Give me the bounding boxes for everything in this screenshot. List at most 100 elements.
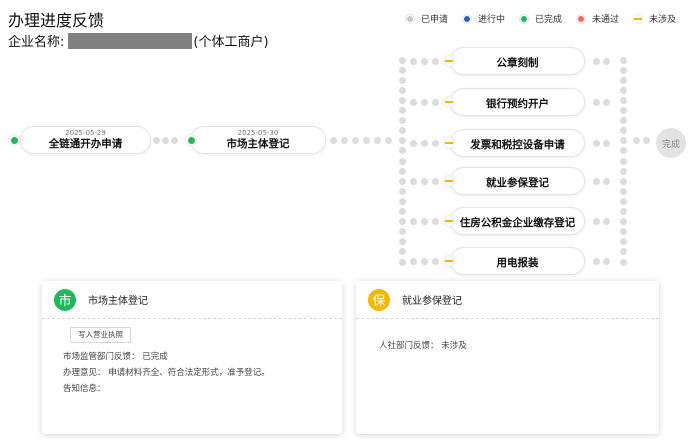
connector-dot: [592, 217, 600, 225]
node-label: 公章刻制: [496, 57, 539, 69]
connector-dot: [431, 139, 439, 147]
connector-dot: [409, 177, 417, 185]
connector-dot: [398, 56, 406, 64]
connector-dot: [398, 238, 406, 246]
connector-dot: [431, 217, 439, 225]
connector-dot: [398, 228, 406, 236]
flow-node-online-application[interactable]: 2025-05-29 全链通开办申请: [8, 126, 151, 154]
connector-dot: [409, 257, 417, 265]
connector-dot: [619, 177, 627, 185]
connector-dot: [398, 177, 406, 185]
connector-dot: [592, 177, 600, 185]
connector-dot: [398, 66, 406, 74]
connector-dot: [619, 197, 627, 205]
node-label: 就业参保登记: [486, 177, 549, 189]
connector-dot: [431, 98, 439, 106]
connector-dot: [619, 187, 627, 195]
connector-dot: [431, 177, 439, 185]
connector-dot: [398, 137, 406, 145]
connector-dot: [619, 56, 627, 64]
connector-dot: [619, 107, 627, 114]
connector-dot: [602, 57, 610, 65]
card-feedback-line: 人社部门反馈： 未涉及: [379, 341, 467, 351]
connector-dot: [592, 57, 600, 65]
connector-dot: [398, 117, 406, 125]
connector-dot: [431, 57, 439, 65]
connector-dot: [431, 257, 439, 265]
card-header: 保 就业参保登记: [356, 281, 659, 319]
connector-dot: [398, 187, 406, 195]
connector-dot: [398, 208, 406, 215]
connector-dot: [398, 96, 406, 104]
connector-dot: [409, 57, 417, 65]
node-label: 住房公积金企业缴存登记: [459, 217, 576, 229]
connector-dot: [420, 177, 428, 185]
flow-node-invoice-tax-device[interactable]: 发票和税控设备申请: [443, 129, 585, 157]
node-label: 用电报装: [496, 257, 539, 269]
node-label: 市场主体登记: [226, 138, 290, 150]
connector-dot: [602, 177, 610, 185]
flow-node-employment-insurance[interactable]: 就业参保登记: [443, 167, 585, 195]
connector-dot: [398, 248, 406, 256]
connector-dot: [619, 238, 627, 246]
connector-dot: [632, 136, 640, 144]
completed-status-icon: [8, 134, 20, 146]
connector-dot: [619, 258, 627, 266]
connector-dot: [602, 139, 610, 147]
flow-node-housing-fund[interactable]: 住房公积金企业缴存登记: [443, 207, 585, 235]
connector-dot: [642, 136, 650, 144]
flow-end-node: 完成: [656, 128, 686, 158]
connector-dot: [420, 217, 428, 225]
connector-dot: [170, 136, 178, 144]
connector-dot: [619, 157, 627, 165]
connector-dot: [592, 98, 600, 106]
connector-dot: [398, 218, 406, 226]
card-notice-line: 告知信息：: [63, 384, 106, 394]
insurance-badge-icon: 保: [368, 288, 390, 311]
progress-flow: 2025-05-29 全链通开办申请 2025-05-30 市场主体登记 公章刻…: [0, 0, 689, 280]
connector-dot: [619, 228, 627, 236]
connector-dot: [409, 217, 417, 225]
connector-dot: [398, 197, 406, 205]
connector-dot: [409, 139, 417, 147]
connector-dot: [362, 136, 370, 144]
node-label: 银行预约开户: [486, 98, 549, 110]
card-opinion-line: 办理意见： 申请材料齐全、符合法定形式，准予登记。: [63, 368, 270, 378]
connector-dot: [373, 136, 381, 144]
connector-dot: [398, 157, 406, 165]
write-license-button[interactable]: 写入营业执照: [70, 327, 131, 343]
connector-dot: [619, 248, 627, 256]
connector-dot: [619, 86, 627, 94]
card-feedback-line: 市场监管部门反馈： 已完成: [63, 352, 168, 362]
node-label: 全链通开办申请: [48, 138, 123, 150]
flow-node-market-registration[interactable]: 2025-05-30 市场主体登记: [185, 126, 326, 154]
detail-card-market-registration: 市 市场主体登记 写入营业执照 市场监管部门反馈： 已完成 办理意见： 申请材料…: [42, 281, 342, 434]
connector-dot: [340, 136, 348, 144]
market-badge-icon: 市: [54, 288, 76, 311]
connector-dot: [398, 76, 406, 84]
connector-dot: [420, 98, 428, 106]
connector-dot: [398, 167, 406, 175]
card-title: 市场主体登记: [88, 296, 148, 307]
connector-dot: [619, 117, 627, 125]
connector-dot: [619, 218, 627, 226]
card-header: 市 市场主体登记: [42, 281, 342, 319]
connector-dot: [384, 136, 392, 144]
connector-dot: [602, 257, 610, 265]
connector-dot: [398, 86, 406, 94]
connector-dot: [409, 98, 417, 106]
flow-node-bank-account[interactable]: 银行预约开户: [443, 88, 585, 116]
flow-node-electricity-install[interactable]: 用电报装: [443, 247, 585, 275]
connector-dot: [592, 257, 600, 265]
connector-dot: [619, 147, 627, 155]
connector-dot: [420, 139, 428, 147]
connector-dot: [619, 127, 627, 135]
connector-dot: [398, 107, 406, 114]
node-label: 发票和税控设备申请: [470, 139, 565, 151]
connector-dot: [398, 127, 406, 135]
detail-card-employment-insurance: 保 就业参保登记 人社部门反馈： 未涉及: [356, 281, 659, 434]
connector-dot: [602, 217, 610, 225]
connector-dot: [619, 137, 627, 145]
connector-dot: [420, 257, 428, 265]
flow-node-seal-engraving[interactable]: 公章刻制: [443, 47, 585, 75]
